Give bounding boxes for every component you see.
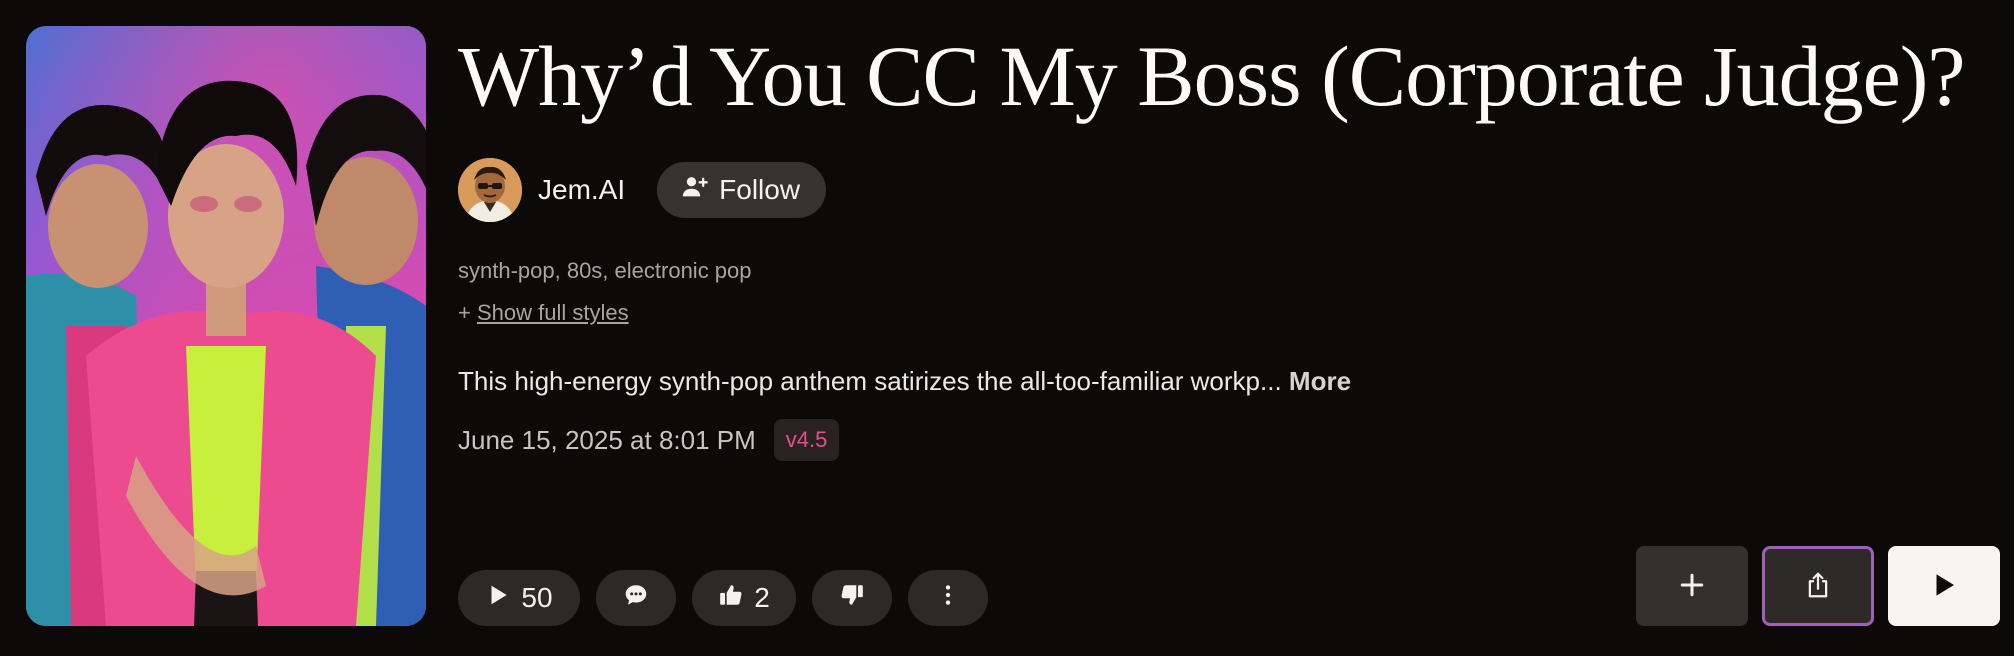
play-icon [1929,570,1959,603]
thumbs-down-icon [839,582,865,615]
artist-name-link[interactable]: Jem.AI [538,174,625,206]
song-description: This high-energy synth-pop anthem satiri… [458,366,1351,397]
share-icon [1803,570,1833,603]
created-date: June 15, 2025 at 8:01 PM [458,424,756,455]
cover-illustration [26,26,426,626]
more-options-button[interactable] [908,570,988,626]
like-count: 2 [754,582,770,613]
comment-button[interactable] [596,570,676,626]
show-full-styles-link[interactable]: Show full styles [477,300,629,325]
plus-icon [1677,570,1707,603]
song-title: Why’d You CC My Boss (Corporate Judge)? [458,28,1966,124]
thumbs-up-icon [718,582,744,615]
share-button[interactable] [1762,546,1874,626]
person-plus-icon [681,173,709,208]
play-icon [485,582,511,615]
follow-button-label: Follow [719,174,801,205]
song-styles: synth-pop, 80s, electronic pop [458,258,752,283]
play-count: 50 [521,582,553,613]
more-vertical-icon [935,582,961,615]
song-actions [1636,546,2000,626]
version-badge: v4.5 [773,419,840,461]
show-styles-prefix: + [458,300,477,325]
more-link[interactable]: More [1282,366,1351,396]
add-to-playlist-button[interactable] [1636,546,1748,626]
play-button[interactable] [1888,546,2000,626]
show-full-styles: + Show full styles [458,300,629,326]
artist-avatar[interactable] [458,158,522,222]
song-cover-art[interactable] [26,26,426,626]
avatar-illustration [458,158,522,222]
dislike-button[interactable] [812,570,892,626]
follow-button[interactable]: Follow [657,162,827,218]
date-row: June 15, 2025 at 8:01 PM v4.5 [458,418,840,462]
artist-row: Jem.AI Follow [458,158,827,222]
stats-bar: 50 2 [458,570,988,626]
description-text: This high-energy synth-pop anthem satiri… [458,366,1282,396]
comment-icon [623,582,649,615]
play-count-button[interactable]: 50 [458,570,580,626]
like-button[interactable]: 2 [692,570,796,626]
